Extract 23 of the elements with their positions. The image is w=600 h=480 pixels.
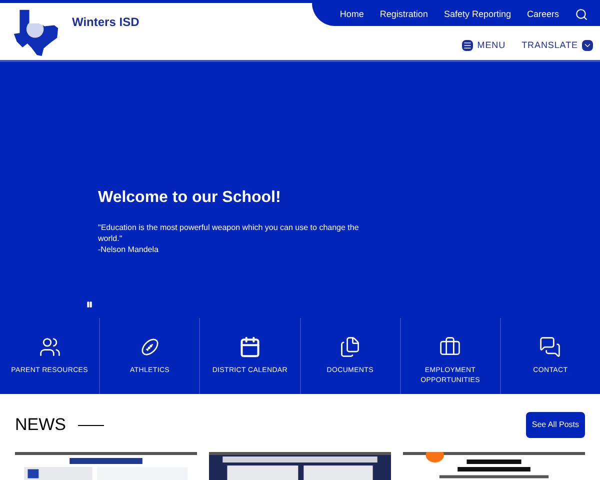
briefcase-icon: [439, 336, 462, 358]
chat-icon: [539, 336, 562, 358]
nav-link[interactable]: Registration: [380, 8, 428, 22]
hero-quote: "Education is the most powerful weapon which you can use to change the world.": [98, 222, 360, 244]
menu-button[interactable]: MENU: [462, 39, 506, 52]
football-icon: [138, 336, 161, 358]
calendar-icon: [238, 336, 261, 358]
translate-button[interactable]: TRANSLATE: [522, 39, 593, 52]
family-icon: [38, 336, 61, 358]
site-name: Winters ISD: [72, 14, 140, 30]
see-all-posts-button[interactable]: See All Posts: [526, 412, 585, 438]
nav-link[interactable]: Home: [340, 8, 364, 22]
hero-title: Welcome to our School!: [98, 188, 282, 208]
nav-link[interactable]: Careers: [526, 8, 559, 22]
menu-icon: [462, 40, 474, 52]
chevron-down-icon: [582, 40, 593, 52]
documents-icon: [339, 336, 362, 358]
hero-author: -Nelson Mandela: [98, 244, 160, 255]
nav-link[interactable]: Safety Reporting: [444, 8, 511, 22]
pause-icon[interactable]: [86, 301, 93, 308]
texas-logo-icon: [12, 8, 60, 56]
search-icon[interactable]: [575, 8, 588, 21]
news-heading: NEWS: [15, 414, 66, 436]
